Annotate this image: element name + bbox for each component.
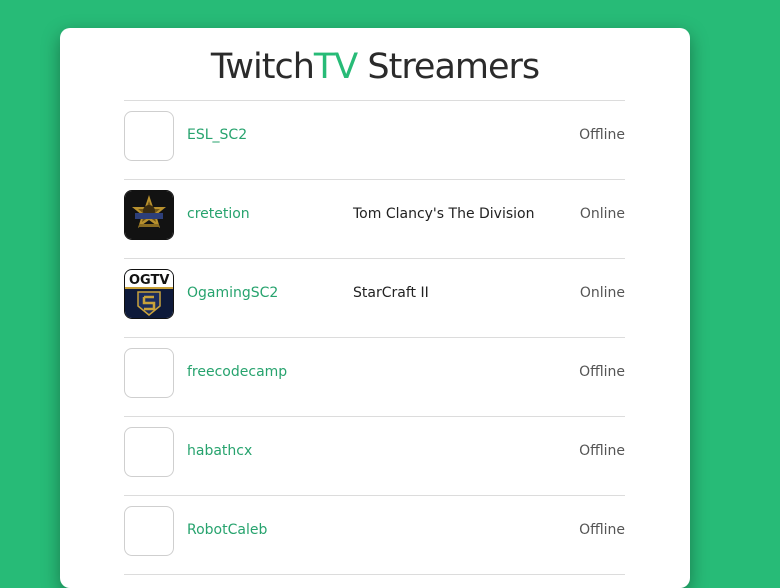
streamer-row-habathcx: habathcx Offline xyxy=(124,417,625,496)
status-text: Offline xyxy=(579,364,625,380)
streamer-game: StarCraft II xyxy=(353,285,429,301)
status-text: Online xyxy=(579,206,625,222)
status-text: Offline xyxy=(579,127,625,143)
status-text: Online xyxy=(579,285,625,301)
ogtv-logo: OGTV xyxy=(124,269,174,319)
avatar-placeholder xyxy=(124,427,174,477)
streamer-link-ogamingsc2[interactable]: OgamingSC2 xyxy=(187,283,278,303)
cretetion-badge-logo xyxy=(124,190,174,240)
title-part-twitch: Twitch xyxy=(210,47,315,87)
streamers-card: TwitchTV Streamers ESL_SC2 Offline crete… xyxy=(60,28,690,588)
status-text: Offline xyxy=(579,443,625,459)
streamer-row-robotcaleb: RobotCaleb Offline xyxy=(124,496,625,575)
avatar-placeholder xyxy=(124,348,174,398)
streamer-row-cretetion: cretetion Tom Clancy's The Division Onli… xyxy=(124,180,625,259)
streamer-link-freecodecamp[interactable]: freecodecamp xyxy=(187,362,287,382)
avatar-placeholder xyxy=(124,506,174,556)
streamer-row-ogamingsc2: OGTV OgamingSC2 StarCraft II Online xyxy=(124,259,625,338)
title-part-tv: TV xyxy=(313,47,358,87)
streamer-list: ESL_SC2 Offline cretetion Tom Clancy's T… xyxy=(124,100,625,575)
streamer-link-cretetion[interactable]: cretetion xyxy=(187,204,250,224)
svg-text:OGTV: OGTV xyxy=(129,273,169,288)
streamer-game: Tom Clancy's The Division xyxy=(353,206,535,222)
title-part-streamers: Streamers xyxy=(357,47,540,87)
page-title: TwitchTV Streamers xyxy=(60,46,690,88)
streamer-link-habathcx[interactable]: habathcx xyxy=(187,441,252,461)
streamer-link-esl-sc2[interactable]: ESL_SC2 xyxy=(187,125,247,145)
status-text: Offline xyxy=(579,522,625,538)
streamer-row-freecodecamp: freecodecamp Offline xyxy=(124,338,625,417)
streamer-link-robotcaleb[interactable]: RobotCaleb xyxy=(187,520,267,540)
streamer-row-esl-sc2: ESL_SC2 Offline xyxy=(124,101,625,180)
avatar-placeholder xyxy=(124,111,174,161)
